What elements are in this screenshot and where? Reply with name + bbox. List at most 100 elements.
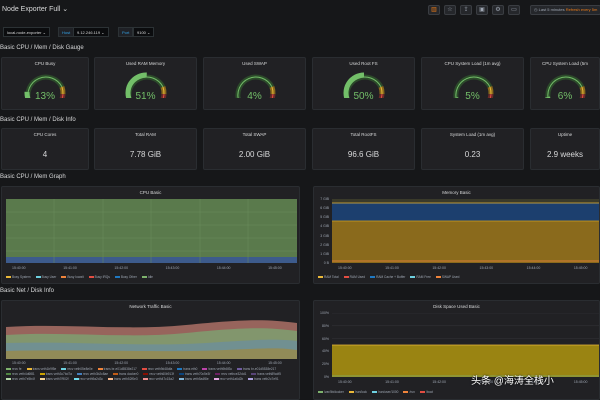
network-legend: recv fe trans veth1b9f5e recv veth05e8e0e t… xyxy=(6,367,295,381)
stat-panel[interactable]: System Load (1m avg) 0.23 xyxy=(421,128,524,170)
legend-item[interactable]: RAM Cache + Buffer xyxy=(370,275,405,279)
legend-item[interactable]: Busy IRQs xyxy=(88,275,110,279)
y-tick-label: 0% xyxy=(323,375,329,379)
gauge-panel[interactable]: Used RAM Memory 51% xyxy=(94,57,197,110)
add-panel-icon[interactable]: ▥ xyxy=(428,5,440,15)
legend-item[interactable]: trans eth0 xyxy=(177,367,197,371)
legend-item[interactable]: trans veth7f902f xyxy=(39,377,69,381)
legend-item[interactable]: recv veth9a2d3c xyxy=(73,377,103,381)
legend-item[interactable]: trans veth9b8f3c xyxy=(202,367,232,371)
row-header-gauge[interactable]: Basic CPU / Mem / Disk Gauge xyxy=(0,45,84,51)
legend-swatch xyxy=(97,368,103,370)
memory-basic-panel[interactable]: Memory Basic 7 GiB 6 GiB 5 GiB 4 GiB 3 GiB 2 … xyxy=(313,186,600,284)
legend-item[interactable]: recv veth3b2c8ae xyxy=(76,372,108,376)
legend-item[interactable]: recv veth47c15a2 xyxy=(142,377,174,381)
panel-title: Network Traffic Basic xyxy=(129,304,172,309)
legend-item[interactable]: /boot xyxy=(419,390,433,394)
legend-item[interactable]: recv veth60b913f xyxy=(143,372,174,376)
network-traffic-panel[interactable]: Network Traffic Basic 15:40:00 15:41:00 15… xyxy=(1,300,300,400)
legend-item[interactable]: trans veth70c5e3f xyxy=(178,372,210,376)
y-tick-label: 4 GiB xyxy=(320,224,329,229)
stat-panel[interactable]: Total RootFS 96.6 GiB xyxy=(312,128,415,170)
legend-item[interactable]: /run xyxy=(403,390,415,394)
stat-value: 7.78 GiB xyxy=(129,150,162,159)
panel-title: Total SWAP xyxy=(242,132,267,137)
legend-item[interactable]: /run/lock xyxy=(348,390,367,394)
legend-swatch xyxy=(35,276,41,278)
legend-item[interactable]: RAM Used xyxy=(343,275,365,279)
legend-label: RAM Cache + Buffer xyxy=(376,275,406,279)
legend-item[interactable]: RAM Free xyxy=(410,275,431,279)
panel-title: Disk Space Used Basic xyxy=(433,304,480,309)
x-tick-label: 15:41:00 xyxy=(385,380,399,384)
legend-item[interactable]: SWAP Used xyxy=(435,275,459,279)
variable-row: local-node-exporter ⌄ Host 9.12.246.119 … xyxy=(0,27,600,38)
panel-title: System Load (1m avg) xyxy=(449,132,496,137)
cpu-basic-panel[interactable]: CPU Basic 15:40:00 15:41:00 15:42:00 15:43:… xyxy=(1,186,300,284)
stat-panel[interactable]: CPU Cores 4 xyxy=(1,128,89,170)
legend-item[interactable]: /run/user/1000 xyxy=(371,390,398,394)
time-picker-button[interactable]: ◷ Last 5 minutes Refresh every 5m xyxy=(530,5,600,15)
legend-label: trans veth52f0e3 xyxy=(113,377,138,381)
legend-item[interactable]: recv fe xyxy=(6,367,22,371)
stat-panel[interactable]: Total SWAP 2.00 GiB xyxy=(203,128,306,170)
legend-label: trans veth2c7e91 xyxy=(254,377,279,381)
x-tick-label: 15:45:00 xyxy=(268,361,282,365)
settings-icon[interactable]: ⚙ xyxy=(492,5,504,15)
star-icon[interactable]: ☆ xyxy=(444,5,456,15)
legend-item[interactable]: trans br-e01d5538e217 xyxy=(237,367,276,371)
stat-panel[interactable]: Total RAM 7.78 GiB xyxy=(94,128,197,170)
legend-item[interactable]: trans veth2c7e91 xyxy=(248,377,279,381)
legend-swatch xyxy=(6,378,11,380)
row-header-net[interactable]: Basic Net / Disk Info xyxy=(0,288,54,294)
legend-item[interactable]: Busy User xyxy=(35,275,56,279)
legend-item[interactable]: recv vethce32dd1 xyxy=(215,372,246,376)
row-header-info[interactable]: Basic CPU / Mem / Disk Info xyxy=(0,117,76,123)
gauge-panel[interactable]: CPU Busy 13% xyxy=(1,57,89,110)
legend-label: trans veth3c7bd7a xyxy=(45,372,72,376)
job-select[interactable]: local-node-exporter ⌄ xyxy=(3,27,50,37)
legend-item[interactable]: trans veth5a4f8e xyxy=(178,377,209,381)
legend-swatch xyxy=(251,373,257,375)
y-tick-label: 7 GiB xyxy=(320,197,329,201)
gauge-panel[interactable]: CPU System Load (1m avg) 5% xyxy=(421,57,524,110)
legend-item[interactable]: /var/lib/docker xyxy=(318,390,344,394)
y-tick-label: 80% xyxy=(321,323,329,328)
gauge-panel[interactable]: Used Root FS 50% xyxy=(312,57,415,110)
host-select[interactable]: 9.12.246.119 ⌄ xyxy=(73,27,109,37)
row-header-graph[interactable]: Basic CPU / Mem Graph xyxy=(0,174,66,180)
x-tick-label: 15:42:00 xyxy=(432,380,446,384)
monitor-icon[interactable]: ▭ xyxy=(508,5,520,15)
legend-item[interactable]: trans br-e01d5538e217 xyxy=(97,367,137,371)
legend-item[interactable]: RAM Total xyxy=(318,275,339,279)
share-icon[interactable]: ⇪ xyxy=(460,5,472,15)
disk-space-panel[interactable]: Disk Space Used Basic 100% 80% 60% 40% 20% 0%… xyxy=(313,300,600,400)
save-icon[interactable]: ▣ xyxy=(476,5,488,15)
panel-title: Used RAM Memory xyxy=(125,61,166,66)
gauge-panel[interactable]: CPU System Load (5m 6% xyxy=(530,57,600,110)
legend-item[interactable]: trans veth1b9f5e xyxy=(26,367,56,371)
legend-item[interactable]: recv veth7e5b4f xyxy=(6,377,35,381)
legend-item[interactable]: recv veth9d48dfa xyxy=(141,367,172,371)
x-tick-label: 15:45:00 xyxy=(573,380,588,384)
legend-item[interactable]: trans veth89cdf5 xyxy=(251,372,281,376)
x-tick-label: 15:43:00 xyxy=(479,266,494,270)
legend-item[interactable]: trans veth3c7bd7a xyxy=(39,372,72,376)
legend-item[interactable]: Idle xyxy=(141,275,153,279)
stat-panel[interactable]: Uptime 2.9 weeks xyxy=(530,128,600,170)
legend-item[interactable]: recv veth1a6d2b xyxy=(213,377,243,381)
x-tick-label: 15:41:00 xyxy=(63,361,77,365)
legend-item[interactable]: recv veth05e8e0e xyxy=(61,367,93,371)
x-tick-label: 15:43:00 xyxy=(165,266,180,270)
port-select[interactable]: 9100 ⌄ xyxy=(133,27,155,37)
panel-title: Used Root FS xyxy=(349,61,378,66)
legend-item[interactable]: Busy Other xyxy=(114,275,137,279)
legend-item[interactable]: trans veth52f0e3 xyxy=(107,377,138,381)
dashboard-title[interactable]: Node Exporter Full ⌄ xyxy=(2,5,68,13)
gauge-panel[interactable]: Used SWAP 4% xyxy=(203,57,306,110)
legend-item[interactable]: recv veth4d6f81 xyxy=(6,372,35,376)
legend-item[interactable]: Busy Iowait xyxy=(61,275,84,279)
legend-label: recv veth05e8e0e xyxy=(67,367,93,371)
legend-item[interactable]: Busy System xyxy=(6,275,31,279)
legend-item[interactable]: trans docker0 xyxy=(113,372,138,376)
